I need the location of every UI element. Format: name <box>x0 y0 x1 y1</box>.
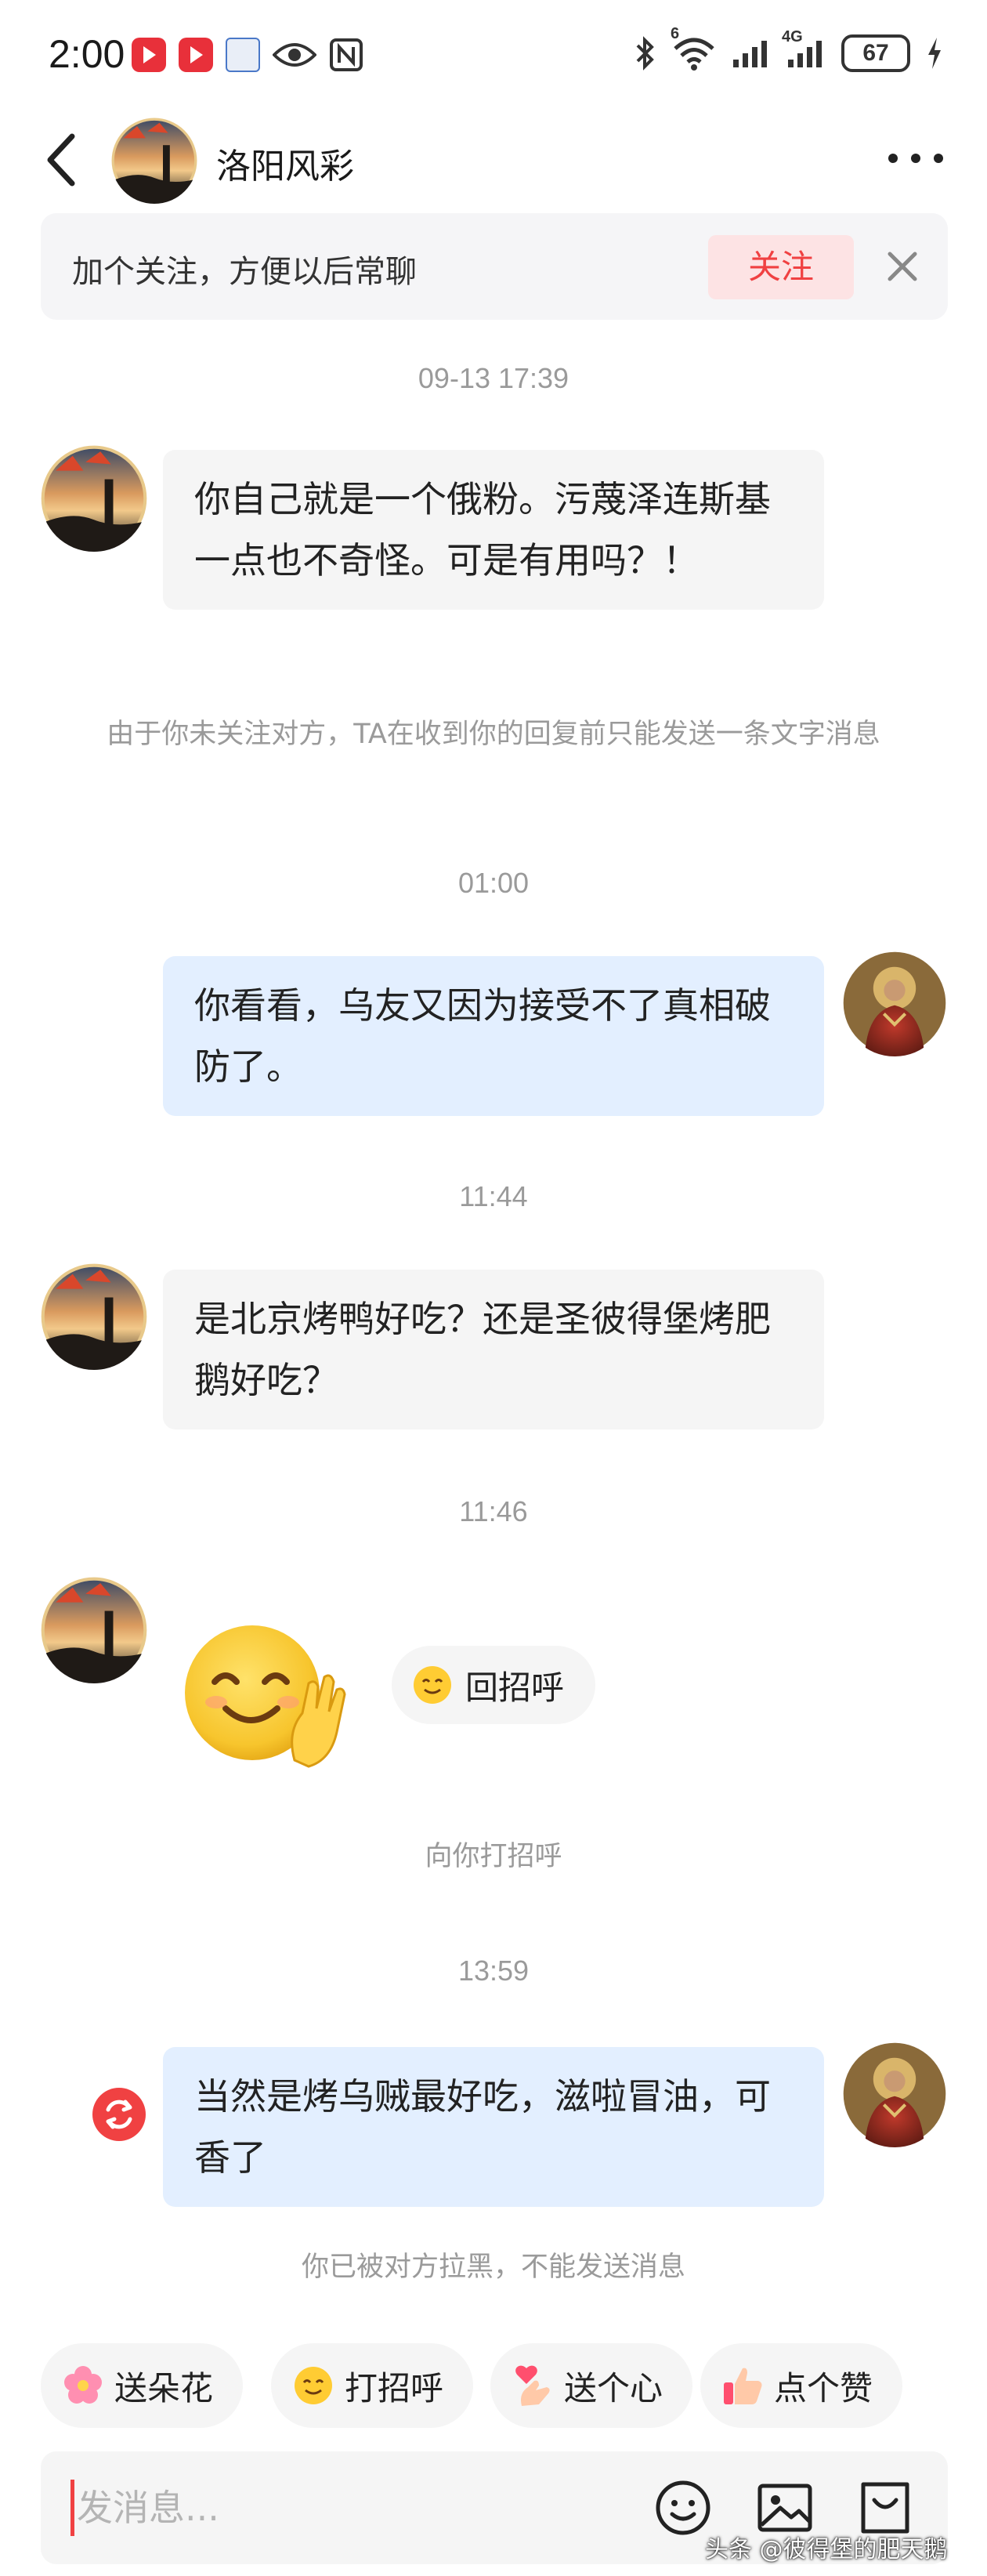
send-flower-button[interactable]: 送朵花 <box>41 2343 244 2428</box>
quick-action-label: 送朵花 <box>114 2368 214 2408</box>
send-like-button[interactable]: 点个赞 <box>700 2343 903 2428</box>
contact-name[interactable]: 洛阳风彩 <box>216 138 354 188</box>
status-time: 2:00 <box>49 32 125 76</box>
message-timestamp: 11:44 <box>459 1180 528 1212</box>
news-app-icon <box>226 38 260 72</box>
video-app-icon <box>132 38 166 72</box>
close-icon[interactable] <box>884 248 921 285</box>
signal-icon <box>733 41 767 67</box>
more-options-button[interactable] <box>888 150 943 166</box>
back-icon[interactable] <box>39 129 86 191</box>
heart-hand-icon <box>515 2365 550 2406</box>
follow-button[interactable]: 关注 <box>708 235 854 299</box>
smile-icon <box>414 1666 451 1704</box>
contact-avatar[interactable] <box>41 1263 147 1370</box>
quick-action-label: 打招呼 <box>345 2368 444 2408</box>
flower-icon <box>64 2366 102 2404</box>
wifi-indicator: 6 <box>671 25 716 71</box>
status-system-icons: 6 4G 67 <box>634 25 943 72</box>
resend-failed-icon[interactable] <box>91 2086 147 2143</box>
my-avatar[interactable] <box>841 2041 948 2147</box>
system-notice: 向你打招呼 <box>425 1841 562 1872</box>
dot-icon <box>934 154 943 163</box>
dot-icon <box>888 154 898 163</box>
send-heart-button[interactable]: 送个心 <box>490 2343 693 2428</box>
message-timestamp: 09-13 17:39 <box>418 362 569 394</box>
wifi-badge: 6 <box>671 25 680 42</box>
message-timestamp: 11:46 <box>459 1495 528 1527</box>
smile-icon <box>295 2367 332 2404</box>
system-notice: 由于你未关注对方，TA在收到你的回复前只能发送一条文字消息 <box>107 719 880 750</box>
battery-icon: 67 <box>841 34 910 72</box>
network-type-badge: 4G <box>782 28 803 45</box>
my-avatar[interactable] <box>841 950 948 1056</box>
incoming-message-bubble[interactable]: 是北京烤鸭好吃？还是圣彼得堡烤肥鹅好吃？ <box>163 1270 824 1429</box>
video-app-icon <box>179 38 213 72</box>
message-timestamp: 01:00 <box>457 867 530 899</box>
blocked-notice: 你已被对方拉黑，不能发送消息 <box>301 2252 685 2283</box>
contact-avatar[interactable] <box>41 1577 147 1683</box>
reply-greeting-button[interactable]: 回招呼 <box>392 1646 596 1724</box>
bluetooth-icon <box>636 36 654 71</box>
watermark: 头条 @彼得堡的肥天鹅 <box>705 2536 948 2563</box>
follow-banner: 加个关注，方便以后常聊 关注 <box>41 213 948 320</box>
incoming-message-bubble[interactable]: 你自己就是一个俄粉。污蔑泽连斯基一点也不奇怪。可是有用吗？！ <box>163 450 824 610</box>
outgoing-message-bubble[interactable]: 当然是烤乌贼最好吃，滋啦冒油，可香了 <box>163 2047 824 2207</box>
text-cursor <box>70 2480 74 2536</box>
waving-emoji-sticker[interactable] <box>177 1614 349 1771</box>
thumbs-up-icon <box>724 2368 762 2404</box>
outgoing-message-bubble[interactable]: 你看看，乌友又因为接受不了真相破防了。 <box>163 956 824 1116</box>
follow-prompt: 加个关注，方便以后常聊 <box>72 254 417 290</box>
status-bar: 2:00 6 4G 67 <box>0 0 987 110</box>
say-hello-button[interactable]: 打招呼 <box>271 2343 474 2428</box>
message-timestamp: 13:59 <box>457 1955 530 1987</box>
status-notification-icons <box>132 38 363 72</box>
chat-header: 洛阳风彩 <box>0 110 987 212</box>
mobile-signal-indicator: 4G <box>782 28 826 69</box>
quick-action-label: 送个心 <box>564 2368 663 2408</box>
reply-greeting-label: 回招呼 <box>465 1668 565 1707</box>
nfc-icon <box>330 38 363 71</box>
quick-actions-bar: 送朵花 打招呼 送个心 点个赞 <box>41 2343 948 2429</box>
dot-icon <box>911 154 920 163</box>
charging-icon <box>928 38 941 69</box>
contact-avatar[interactable] <box>111 118 197 204</box>
quick-action-label: 点个赞 <box>774 2368 873 2408</box>
message-input[interactable]: 发消息... <box>77 2476 219 2539</box>
contact-avatar[interactable] <box>41 445 147 552</box>
eye-icon <box>273 43 316 67</box>
